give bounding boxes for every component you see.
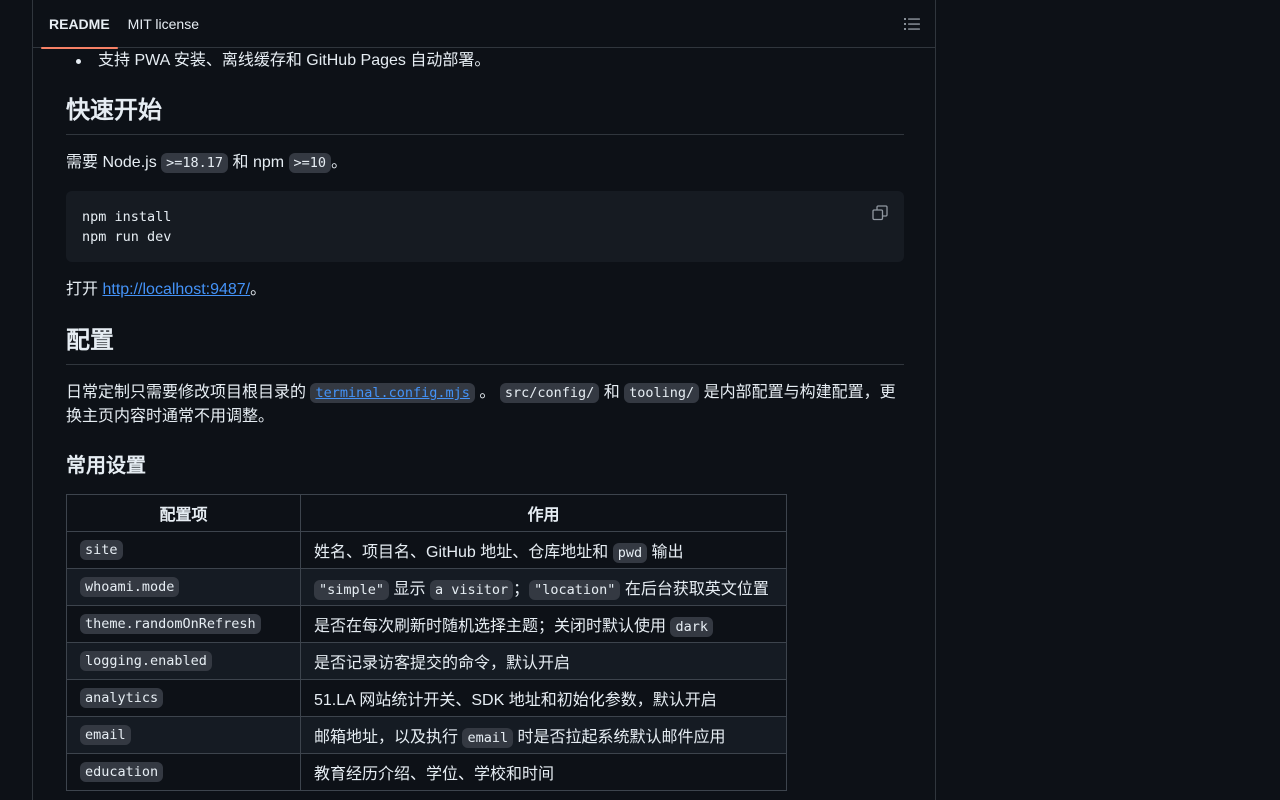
cell-text: 邮箱地址，以及执行 bbox=[314, 729, 463, 746]
cell-text: 姓名、项目名、GitHub 地址、仓库地址和 bbox=[314, 544, 613, 561]
table-cell-key: theme.randomOnRefresh bbox=[66, 605, 301, 643]
tooling-code: tooling/ bbox=[624, 383, 700, 403]
config-key-code: site bbox=[80, 540, 123, 560]
inline-code: pwd bbox=[612, 543, 648, 563]
heading-common-settings: 常用设置 bbox=[66, 455, 146, 477]
config-key-code: analytics bbox=[80, 688, 164, 708]
table-header-effect: 作用 bbox=[300, 494, 787, 532]
readme-panel: README MIT license 支持 PWA 安装、离线缓存和 GitHu… bbox=[32, 0, 936, 800]
config-key-code: logging.enabled bbox=[80, 651, 212, 671]
code-line: npm run dev bbox=[82, 229, 172, 245]
readme-tabbar: README MIT license bbox=[33, 0, 935, 49]
table-cell-key: email bbox=[66, 716, 301, 754]
table-cell-effect: 51.LA 网站统计开关、SDK 地址和初始化参数，默认开启 bbox=[300, 679, 787, 717]
cell-text: 51.LA 网站统计开关、SDK 地址和初始化参数，默认开启 bbox=[314, 692, 717, 709]
cell-text: 输出 bbox=[647, 544, 684, 561]
table-header-row: 配置项 作用 bbox=[66, 494, 787, 532]
table-cell-key: analytics bbox=[66, 679, 301, 717]
table-cell-effect: 是否在每次刷新时随机选择主题；关闭时默认使用 dark bbox=[300, 605, 787, 643]
config-key-code: whoami.mode bbox=[80, 577, 180, 597]
npm-version-code: >=10 bbox=[288, 153, 332, 173]
cell-text: 时是否拉起系统默认邮件应用 bbox=[513, 729, 726, 746]
table-cell-key: site bbox=[66, 531, 301, 569]
table-row: analytics 51.LA 网站统计开关、SDK 地址和初始化参数，默认开启 bbox=[66, 679, 787, 717]
node-version-code: >=18.17 bbox=[161, 153, 229, 173]
inline-code: email bbox=[462, 728, 514, 748]
src-config-code: src/config/ bbox=[499, 383, 600, 403]
requirement-suffix: 。 bbox=[331, 154, 348, 171]
code-line: npm install bbox=[82, 209, 172, 225]
list-item-text: 支持 PWA 安装、离线缓存和 GitHub Pages 自动部署。 bbox=[98, 52, 491, 69]
config-key-code: theme.randomOnRefresh bbox=[80, 614, 261, 634]
table-cell-effect: 邮箱地址，以及执行 email 时是否拉起系统默认邮件应用 bbox=[300, 716, 787, 754]
copy-icon[interactable] bbox=[872, 205, 890, 223]
cell-text: 教育经历介绍、学位、学校和时间 bbox=[314, 766, 555, 783]
cell-text: 在后台获取英文位置 bbox=[620, 581, 769, 598]
bullet-dot bbox=[76, 59, 81, 64]
list-unordered-icon[interactable] bbox=[903, 15, 921, 33]
table-row: logging.enabled 是否记录访客提交的命令，默认开启 bbox=[66, 642, 787, 680]
list-item: 支持 PWA 安装、离线缓存和 GitHub Pages 自动部署。 bbox=[76, 51, 491, 71]
table-header-key: 配置项 bbox=[66, 494, 301, 532]
table-row: email 邮箱地址，以及执行 email 时是否拉起系统默认邮件应用 bbox=[66, 716, 787, 754]
table-cell-key: logging.enabled bbox=[66, 642, 301, 680]
config-key-code: email bbox=[80, 725, 131, 745]
table-cell-effect: 教育经历介绍、学位、学校和时间 bbox=[300, 753, 787, 791]
requirement-prefix: 需要 Node.js bbox=[66, 154, 157, 171]
code-block: npm install npm run dev bbox=[66, 191, 904, 262]
tab-readme[interactable]: README bbox=[41, 0, 118, 49]
config-desc-sep: 。 bbox=[479, 384, 496, 401]
cell-text: 是否在每次刷新时随机选择主题；关闭时默认使用 bbox=[314, 618, 671, 635]
table-row: site 姓名、项目名、GitHub 地址、仓库地址和 pwd 输出 bbox=[66, 531, 787, 569]
localhost-link[interactable]: http://localhost:9487/ bbox=[102, 281, 250, 298]
open-prefix: 打开 bbox=[66, 281, 99, 298]
requirement-middle: 和 npm bbox=[232, 154, 285, 171]
table-cell-effect: "simple" 显示 a visitor； "location" 在后台获取英文… bbox=[300, 568, 787, 606]
inline-code: "location" bbox=[529, 580, 621, 600]
tab-mit-license[interactable]: MIT license bbox=[120, 0, 207, 48]
config-file-link[interactable]: terminal.config.mjs bbox=[310, 383, 475, 403]
inline-code: a visitor bbox=[429, 580, 514, 600]
table-row: theme.randomOnRefresh 是否在每次刷新时随机选择主题；关闭时默… bbox=[66, 605, 787, 643]
settings-table: 配置项 作用 site 姓名、项目名、GitHub 地址、仓库地址和 pwd 输出… bbox=[66, 494, 787, 791]
inline-code: dark bbox=[670, 617, 713, 637]
table-cell-effect: 是否记录访客提交的命令，默认开启 bbox=[300, 642, 787, 680]
cell-text: 是否记录访客提交的命令，默认开启 bbox=[314, 655, 571, 672]
table-cell-effect: 姓名、项目名、GitHub 地址、仓库地址和 pwd 输出 bbox=[300, 531, 787, 569]
inline-code: "simple" bbox=[314, 580, 390, 600]
table-cell-key: education bbox=[66, 753, 301, 791]
table-row: whoami.mode "simple" 显示 a visitor； "locati… bbox=[66, 568, 787, 606]
open-suffix: 。 bbox=[250, 281, 267, 298]
cell-text: ； bbox=[513, 581, 530, 598]
config-desc-and: 和 bbox=[603, 384, 620, 401]
cell-text: 显示 bbox=[389, 581, 430, 598]
heading-config: 配置 bbox=[66, 326, 904, 365]
heading-quickstart: 快速开始 bbox=[66, 96, 904, 135]
requirement-text: 需要 Node.js >=18.17 和 npm >=10。 bbox=[66, 151, 904, 175]
config-description: 日常定制只需要修改项目根目录的 terminal.config.mjs 。 sr… bbox=[66, 381, 904, 429]
open-link-text: 打开 http://localhost:9487/。 bbox=[66, 278, 904, 302]
table-body: site 姓名、项目名、GitHub 地址、仓库地址和 pwd 输出 whoami.… bbox=[66, 531, 787, 791]
table-row: education 教育经历介绍、学位、学校和时间 bbox=[66, 753, 787, 791]
config-desc-prefix: 日常定制只需要修改项目根目录的 bbox=[66, 384, 307, 401]
config-key-code: education bbox=[80, 762, 164, 782]
table-cell-key: whoami.mode bbox=[66, 568, 301, 606]
